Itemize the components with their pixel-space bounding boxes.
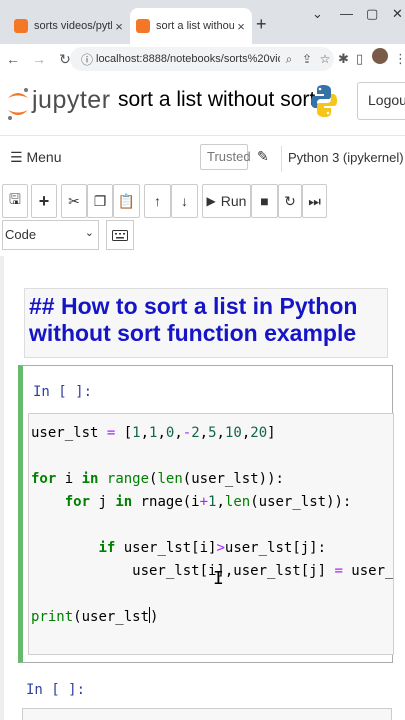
browser-tab-sort-list[interactable]: sort a list without sort fun × xyxy=(130,8,252,44)
jupyter-favicon-icon xyxy=(14,19,28,33)
tab-title: sorts videos/python short xyxy=(34,20,112,32)
text-cursor-ibeam-icon: I xyxy=(213,568,224,589)
interrupt-button[interactable]: ■ xyxy=(251,184,278,218)
move-down-button[interactable]: ↓ xyxy=(171,184,198,218)
restart-run-all-button[interactable]: ⏭ xyxy=(302,184,327,218)
browser-tab-strip: sorts videos/python short × sort a list … xyxy=(0,0,405,44)
browser-tab-sorts-videos[interactable]: sorts videos/python short × xyxy=(8,8,130,44)
share-icon[interactable]: ⇪ xyxy=(298,52,316,66)
code-cell-empty[interactable] xyxy=(22,708,392,720)
arrow-up-icon: ↑ xyxy=(154,193,161,209)
python-logo-icon xyxy=(311,85,337,117)
menu-label: Menu xyxy=(26,149,62,165)
browser-menu-icon[interactable]: ⋮ xyxy=(394,51,405,67)
restart-button[interactable]: ↻ xyxy=(278,184,302,218)
code-cell[interactable]: In [ ]: user_lst = [1,1,0,-2,5,10,20] fo… xyxy=(18,365,394,663)
paste-button[interactable]: 📋 xyxy=(113,184,140,218)
code-text[interactable]: user_lst = [1,1,0,-2,5,10,20] for i in r… xyxy=(31,422,393,629)
restart-icon: ↻ xyxy=(284,192,296,209)
back-icon[interactable]: ← xyxy=(0,51,26,67)
run-button[interactable]: ▶ Run xyxy=(202,184,251,218)
code-editor[interactable]: user_lst = [1,1,0,-2,5,10,20] for i in r… xyxy=(28,413,394,655)
address-bar-row: ← → ↻ ⓘ localhost:8888/notebooks/sorts%2… xyxy=(0,44,405,74)
url-text: localhost:8888/notebooks/sorts%20videos/… xyxy=(96,53,280,65)
close-icon[interactable]: × xyxy=(234,19,248,34)
notebook-page: ## How to sort a list in Python without … xyxy=(4,256,405,720)
chevron-down-icon: ⌄ xyxy=(84,227,94,239)
copy-icon: ❐ xyxy=(93,192,107,209)
cell-type-value: Code xyxy=(5,227,37,242)
jupyter-favicon-icon xyxy=(136,19,150,33)
input-prompt: In [ ]: xyxy=(33,384,93,400)
save-button[interactable]: 🖫 xyxy=(2,184,28,218)
notebook-toolbar: 🖫 + ✂ ❐ 📋 ↑ ↓ ▶ Run ■ ↻ ⏭ xyxy=(0,184,405,218)
maximize-icon[interactable]: ▢ xyxy=(366,6,378,22)
menu-bar: ☰ Menu Trusted ✎ Python 3 (ipykernel) xyxy=(0,138,405,178)
keyboard-icon xyxy=(112,229,128,241)
insert-cell-button[interactable]: + xyxy=(31,184,57,218)
run-label: Run xyxy=(220,193,247,209)
hamburger-icon: ☰ xyxy=(10,149,27,165)
edit-mode-pencil-icon: ✎ xyxy=(257,148,269,164)
tab-search-icon[interactable]: ⌄ xyxy=(312,6,323,22)
forward-icon[interactable]: → xyxy=(26,51,52,67)
play-icon: ▶ xyxy=(206,194,216,208)
cut-button[interactable]: ✂ xyxy=(61,184,87,218)
scissors-icon: ✂ xyxy=(68,192,80,209)
url-input[interactable]: ⓘ localhost:8888/notebooks/sorts%20video… xyxy=(70,47,334,71)
notebook-title[interactable]: sort a list without sort... xyxy=(118,88,333,112)
new-tab-icon[interactable]: + xyxy=(256,14,267,35)
stop-icon: ■ xyxy=(260,193,269,209)
markdown-heading-line: without sort function example xyxy=(29,320,357,346)
jupyter-brand-text[interactable]: jupyter xyxy=(32,86,111,115)
move-up-button[interactable]: ↑ xyxy=(144,184,171,218)
site-info-icon[interactable]: ⓘ xyxy=(78,51,96,68)
menu-button[interactable]: ☰ Menu xyxy=(10,149,61,166)
minimize-icon[interactable]: — xyxy=(340,6,353,21)
side-panel-icon[interactable]: ▯ xyxy=(356,51,363,67)
trusted-badge[interactable]: Trusted xyxy=(200,144,251,170)
zoom-icon[interactable]: ⌕ xyxy=(280,52,298,67)
logout-button[interactable]: Logout xyxy=(357,82,405,120)
arrow-down-icon: ↓ xyxy=(181,193,188,209)
profile-avatar[interactable] xyxy=(372,48,388,64)
extensions-icon[interactable]: ✱ xyxy=(338,51,349,67)
command-palette-button[interactable] xyxy=(106,220,134,250)
cell-type-select[interactable]: Code ⌄ xyxy=(2,220,99,250)
tab-title: sort a list without sort fun xyxy=(156,20,234,32)
kernel-name: Python 3 (ipykernel) xyxy=(288,150,404,165)
plus-icon: + xyxy=(38,190,50,211)
save-icon: 🖫 xyxy=(9,191,21,207)
jupyter-header: jupyter sort a list without sort... Logo… xyxy=(0,76,405,136)
jupyter-logo-icon[interactable] xyxy=(6,84,30,124)
copy-button[interactable]: ❐ xyxy=(87,184,113,218)
bookmark-star-icon[interactable]: ☆ xyxy=(316,52,334,66)
kernel-indicator[interactable]: Python 3 (ipykernel) xyxy=(281,146,405,172)
markdown-heading-line: ## How to sort a list in Python xyxy=(29,293,358,319)
window-close-icon[interactable]: ✕ xyxy=(392,6,403,22)
notebook-area: ## How to sort a list in Python without … xyxy=(0,256,405,720)
markdown-cell[interactable]: ## How to sort a list in Python without … xyxy=(24,288,388,358)
input-prompt: In [ ]: xyxy=(26,682,86,698)
close-icon[interactable]: × xyxy=(112,19,126,34)
fast-forward-icon: ⏭ xyxy=(308,192,321,209)
markdown-heading: ## How to sort a list in Python without … xyxy=(29,293,357,347)
paste-icon: 📋 xyxy=(117,192,136,209)
